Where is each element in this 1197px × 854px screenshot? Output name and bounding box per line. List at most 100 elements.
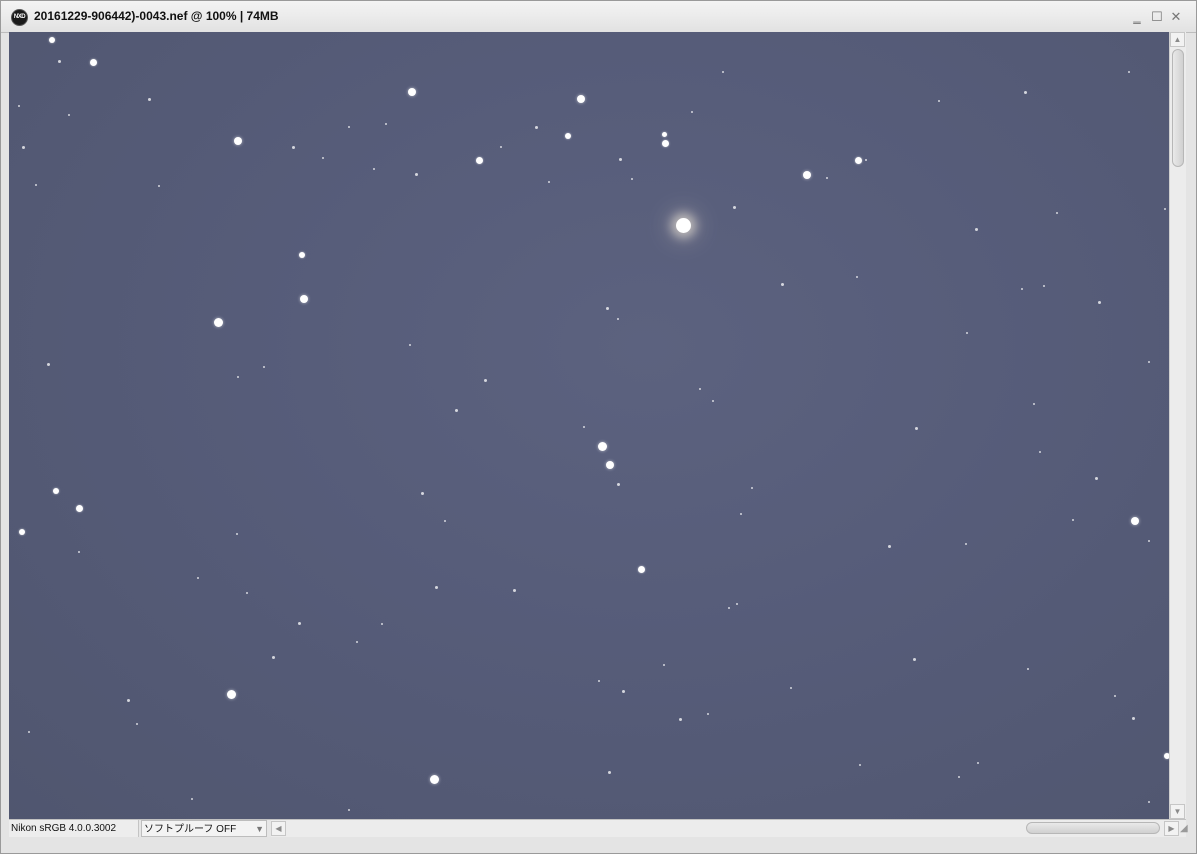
star (246, 592, 248, 594)
star (597, 441, 607, 451)
star (661, 139, 669, 147)
star (78, 551, 80, 553)
star (136, 723, 138, 725)
star (722, 71, 724, 73)
arrow-down-icon[interactable]: ▼ (1170, 804, 1185, 819)
star (263, 366, 265, 368)
star (1056, 212, 1058, 214)
star (678, 717, 682, 721)
star (57, 59, 61, 63)
star (500, 146, 502, 148)
star (1148, 361, 1150, 363)
star (356, 641, 358, 643)
star (19, 529, 25, 535)
star (974, 227, 978, 231)
star (736, 603, 738, 605)
vertical-scroll-thumb[interactable] (1172, 49, 1184, 167)
star (420, 491, 424, 495)
star (213, 317, 223, 327)
star (197, 577, 199, 579)
star (297, 621, 301, 625)
nx-studio-logo-icon: NXD (11, 9, 28, 26)
soft-proof-dropdown[interactable]: ソフトプルーフ OFF ▼ (141, 820, 267, 837)
star (68, 114, 70, 116)
star (1097, 300, 1101, 304)
star (605, 306, 609, 310)
star (434, 585, 438, 589)
star (740, 513, 742, 515)
arrow-left-icon[interactable]: ◀ (271, 821, 286, 836)
star (483, 378, 487, 382)
horizontal-scroll-thumb[interactable] (1026, 822, 1160, 834)
star (616, 482, 620, 486)
star (887, 544, 891, 548)
window-title: 20161229-906442)-0043.nef @ 100% | 74MB (34, 9, 279, 23)
star (966, 332, 968, 334)
status-bar: Nikon sRGB 4.0.0.3002 ソフトプルーフ OFF ▼ ◀ ▶ (9, 819, 1186, 837)
star (1072, 519, 1074, 521)
star (512, 588, 516, 592)
bright-star (676, 218, 691, 233)
star (75, 504, 83, 512)
star (631, 178, 633, 180)
image-window: NXD 20161229-906442)-0043.nef @ 100% | 7… (0, 0, 1197, 854)
star (854, 156, 862, 164)
star (790, 687, 792, 689)
star (158, 185, 160, 187)
star (548, 181, 550, 183)
star (454, 408, 458, 412)
star (598, 680, 600, 682)
star (348, 126, 350, 128)
star (865, 159, 867, 161)
star (1164, 208, 1166, 210)
maximize-button[interactable]: ☐ (1150, 10, 1164, 24)
star (1114, 695, 1116, 697)
star (271, 655, 275, 659)
star (1131, 716, 1135, 720)
star (147, 97, 151, 101)
star (291, 145, 295, 149)
star (18, 105, 20, 107)
minimize-button[interactable]: ‗ (1130, 10, 1144, 24)
image-canvas[interactable] (9, 32, 1169, 819)
color-profile-label: Nikon sRGB 4.0.0.3002 (9, 820, 139, 837)
star (299, 252, 305, 258)
close-button[interactable]: ✕ (1169, 10, 1183, 24)
star (712, 400, 714, 402)
star (663, 664, 665, 666)
star (385, 123, 387, 125)
star (1128, 71, 1130, 73)
star (191, 798, 193, 800)
star (699, 388, 701, 390)
star (237, 376, 239, 378)
star (751, 487, 753, 489)
star (1094, 476, 1098, 480)
star (621, 689, 625, 693)
horizontal-scrollbar[interactable]: ◀ ▶ (271, 820, 1186, 837)
title-bar[interactable]: NXD 20161229-906442)-0043.nef @ 100% | 7… (1, 1, 1196, 33)
star (1021, 288, 1023, 290)
star (46, 362, 50, 366)
star (1023, 90, 1027, 94)
star (856, 276, 858, 278)
vertical-scrollbar[interactable]: ▲ ▼ (1169, 32, 1186, 819)
star (859, 764, 861, 766)
star (381, 623, 383, 625)
arrow-up-icon[interactable]: ▲ (1170, 32, 1185, 47)
star (707, 713, 709, 715)
star (606, 461, 614, 469)
star (728, 607, 730, 609)
star (429, 774, 439, 784)
star (912, 657, 916, 661)
resize-grip-icon[interactable]: ◢ (1180, 823, 1192, 835)
arrow-right-icon[interactable]: ▶ (1164, 821, 1179, 836)
star (236, 533, 238, 535)
star (1148, 801, 1150, 803)
star (21, 145, 25, 149)
star (444, 520, 446, 522)
star (28, 731, 30, 733)
star (583, 426, 585, 428)
star (49, 37, 55, 43)
star (1148, 540, 1150, 542)
star (1131, 517, 1139, 525)
